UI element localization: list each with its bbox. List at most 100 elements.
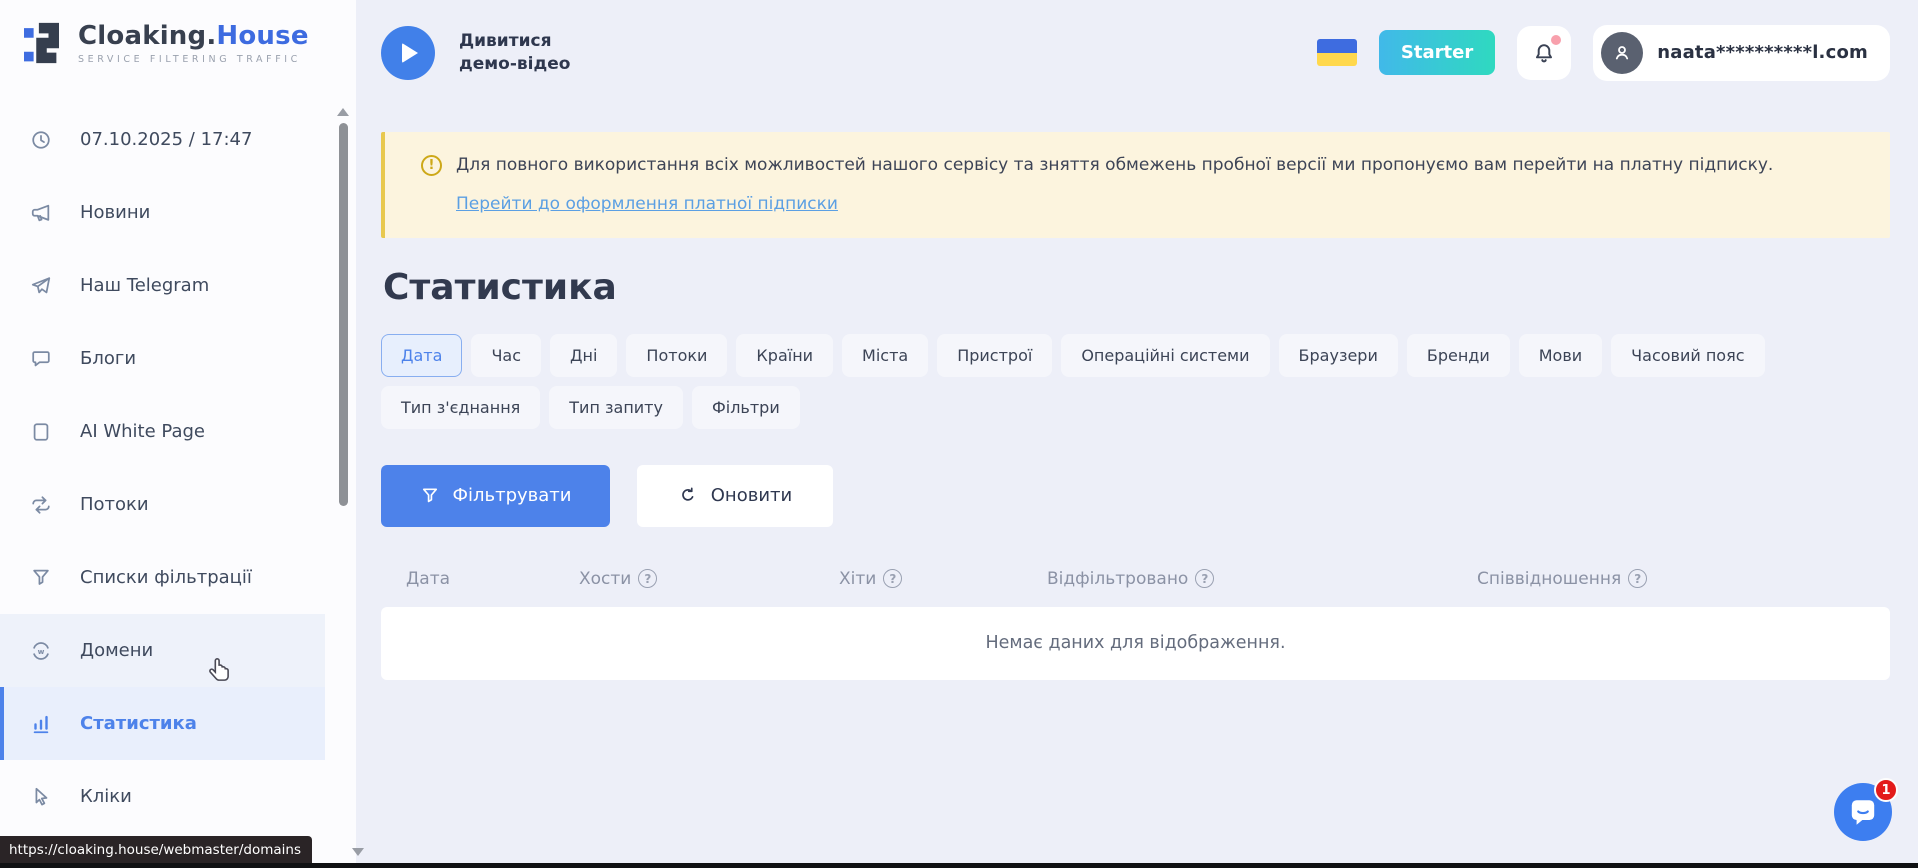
brand-logo-icon <box>24 20 66 66</box>
tab-filters[interactable]: Фільтри <box>692 386 800 429</box>
person-icon <box>1610 41 1634 65</box>
chat-widget-button[interactable]: 1 <box>1834 783 1892 841</box>
status-url-tooltip: https://cloaking.house/webmaster/domains <box>0 836 312 863</box>
tab-cities[interactable]: Міста <box>842 334 928 377</box>
help-icon[interactable]: ? <box>1195 569 1214 588</box>
paper-plane-icon <box>30 275 52 297</box>
sidebar-item-label: Потоки <box>80 494 149 515</box>
tab-days[interactable]: Дні <box>550 334 617 377</box>
sidebar-item-domains[interactable]: w Домени <box>0 614 325 687</box>
plan-badge-button[interactable]: Starter <box>1379 30 1495 75</box>
empty-state-message: Немає даних для відображення. <box>985 633 1285 653</box>
col-header-date: Дата <box>381 569 554 589</box>
filter-tabs-row2: Тип з'єднання Тип запиту Фільтри <box>381 386 1890 429</box>
tab-devices[interactable]: Пристрої <box>937 334 1052 377</box>
tab-time[interactable]: Час <box>471 334 541 377</box>
svg-text:w: w <box>38 646 45 655</box>
user-menu[interactable]: naata**********l.com <box>1593 25 1890 81</box>
scrollbar-thumb[interactable] <box>339 123 348 506</box>
ukraine-flag-icon[interactable] <box>1317 39 1357 66</box>
chat-smile-icon <box>1847 796 1879 828</box>
help-icon[interactable]: ? <box>1628 569 1647 588</box>
col-header-hosts: Хости ? <box>554 569 814 589</box>
help-icon[interactable]: ? <box>883 569 902 588</box>
filter-tabs-row1: Дата Час Дні Потоки Країни Міста Пристро… <box>381 334 1890 377</box>
warning-icon: ! <box>421 155 442 176</box>
tab-flows[interactable]: Потоки <box>626 334 727 377</box>
brand-name: Cloaking.House <box>78 21 309 51</box>
app-root: Cloaking.House SERVICE FILTERING TRAFFIC… <box>0 0 1918 868</box>
bar-chart-icon <box>30 713 52 735</box>
tab-countries[interactable]: Країни <box>736 334 833 377</box>
mouse-cursor-pointer-icon <box>206 656 234 688</box>
tab-request-type[interactable]: Тип запиту <box>549 386 683 429</box>
col-header-filtered: Відфільтровано ? <box>1022 569 1452 589</box>
stats-table-header: Дата Хости ? Хіти ? Відфільтровано ? Спі… <box>381 569 1890 589</box>
cursor-arrow-icon <box>30 786 52 808</box>
empty-state: Немає даних для відображення. <box>381 607 1890 680</box>
sidebar-item-label: Новини <box>80 202 150 223</box>
megaphone-icon <box>30 202 52 224</box>
sidebar-item-label: AI White Page <box>80 421 205 442</box>
sidebar-scrollbar[interactable] <box>337 108 349 506</box>
scrollbar-up-arrow-icon[interactable] <box>337 108 349 116</box>
tab-date[interactable]: Дата <box>381 334 462 377</box>
sidebar-item-label: Блоги <box>80 348 136 369</box>
sidebar-item-label: 07.10.2025 / 17:47 <box>80 129 252 150</box>
bottom-edge-bar <box>0 863 1918 868</box>
page-title: Статистика <box>383 267 1890 308</box>
funnel-icon <box>420 486 440 506</box>
user-email: naata**********l.com <box>1657 42 1868 63</box>
sidebar-item-label: Статистика <box>80 713 197 734</box>
action-buttons: Фільтрувати Оновити <box>381 465 1890 527</box>
col-header-hits: Хіти ? <box>814 569 1022 589</box>
filter-button[interactable]: Фільтрувати <box>381 465 610 527</box>
tab-languages[interactable]: Мови <box>1519 334 1602 377</box>
col-header-ratio: Співвідношення ? <box>1452 569 1890 589</box>
main-content: Дивитися демо-відео Starter naata*******… <box>356 0 1918 868</box>
sidebar-item-label: Списки фільтрації <box>80 567 252 588</box>
refresh-icon <box>678 486 698 506</box>
notification-dot <box>1551 35 1561 45</box>
trial-banner-text: Для повного використання всіх можливосте… <box>456 153 1773 179</box>
upgrade-link[interactable]: Перейти до оформлення платної підписки <box>456 194 838 214</box>
tab-operating-systems[interactable]: Операційні системи <box>1061 334 1269 377</box>
clock-icon <box>30 129 52 151</box>
sidebar-item-label: Наш Telegram <box>80 275 209 296</box>
notifications-button[interactable] <box>1517 26 1571 80</box>
sidebar: Cloaking.House SERVICE FILTERING TRAFFIC… <box>0 0 356 868</box>
refresh-button[interactable]: Оновити <box>637 465 833 527</box>
brand-tagline: SERVICE FILTERING TRAFFIC <box>78 54 309 65</box>
webmaster-globe-icon: w <box>30 640 52 662</box>
sidebar-item-blogs[interactable]: Блоги <box>0 322 325 395</box>
help-icon[interactable]: ? <box>638 569 657 588</box>
trial-banner: ! Для повного використання всіх можливос… <box>381 132 1890 238</box>
funnel-icon <box>30 567 52 589</box>
sidebar-item-label: Кліки <box>80 786 132 807</box>
sidebar-item-news[interactable]: Новини <box>0 176 325 249</box>
demo-video-button[interactable]: Дивитися демо-відео <box>381 26 570 80</box>
chat-unread-badge: 1 <box>1874 778 1898 802</box>
sidebar-item-statistics[interactable]: Статистика <box>0 687 325 760</box>
sidebar-item-telegram[interactable]: Наш Telegram <box>0 249 325 322</box>
topbar-right: Starter naata**********l.com <box>1317 25 1890 81</box>
sidebar-item-ai-white-page[interactable]: AI White Page <box>0 395 325 468</box>
repeat-arrows-icon <box>30 494 52 516</box>
tab-browsers[interactable]: Браузери <box>1279 334 1398 377</box>
sidebar-item-clicks[interactable]: Кліки <box>0 760 325 833</box>
brand-logo[interactable]: Cloaking.House SERVICE FILTERING TRAFFIC <box>0 0 356 66</box>
play-icon[interactable] <box>381 26 435 80</box>
sidebar-item-label: Домени <box>80 640 153 661</box>
tab-connection-type[interactable]: Тип з'єднання <box>381 386 540 429</box>
avatar <box>1601 32 1643 74</box>
demo-video-label: Дивитися демо-відео <box>459 30 570 74</box>
sidebar-item-datetime[interactable]: 07.10.2025 / 17:47 <box>0 103 325 176</box>
chat-bubble-icon <box>30 348 52 370</box>
sidebar-menu: 07.10.2025 / 17:47 Новини Наш Telegram Б… <box>0 103 356 833</box>
sidebar-item-flows[interactable]: Потоки <box>0 468 325 541</box>
topbar: Дивитися демо-відео Starter naata*******… <box>381 0 1890 105</box>
tab-brands[interactable]: Бренди <box>1407 334 1510 377</box>
brand-text: Cloaking.House SERVICE FILTERING TRAFFIC <box>78 21 309 65</box>
sidebar-item-filter-lists[interactable]: Списки фільтрації <box>0 541 325 614</box>
tab-timezone[interactable]: Часовий пояс <box>1611 334 1764 377</box>
